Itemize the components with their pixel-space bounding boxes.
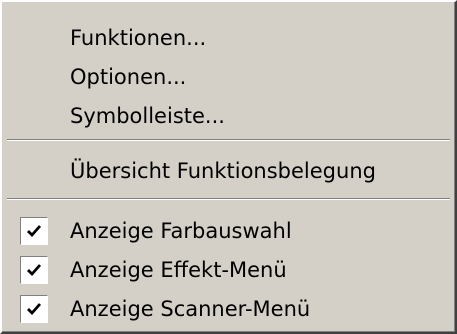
menu-item-label: Optionen... [70,65,187,89]
checkmark-icon [20,295,48,323]
menu-item-funktionen[interactable]: Funktionen... [5,20,452,56]
menu-separator [7,139,450,141]
menu-separator [7,198,450,200]
menu-item-label: Anzeige Farbauswahl [70,219,292,243]
menu-item-anzeige-farbauswahl[interactable]: Anzeige Farbauswahl [5,213,452,249]
menu-item-label: Übersicht Funktionsbelegung [70,159,376,183]
menu-item-label: Funktionen... [70,26,207,50]
menu-item-label: Symbolleiste... [70,104,225,128]
checkmark-icon [20,217,48,245]
menu-item-uebersicht-funktionsbelegung[interactable]: Übersicht Funktionsbelegung [5,153,452,189]
menu-item-symbolleiste[interactable]: Symbolleiste... [5,98,452,134]
menu-item-anzeige-effekt-menue[interactable]: Anzeige Effekt-Menü [5,252,452,288]
checkmark-icon [20,256,48,284]
menu-item-optionen[interactable]: Optionen... [5,59,452,95]
menu-item-anzeige-scanner-menue[interactable]: Anzeige Scanner-Menü [5,291,452,327]
menu-item-label: Anzeige Scanner-Menü [70,297,311,321]
context-menu: Funktionen... Optionen... Symbolleiste..… [0,0,457,334]
menu-item-label: Anzeige Effekt-Menü [70,258,287,282]
